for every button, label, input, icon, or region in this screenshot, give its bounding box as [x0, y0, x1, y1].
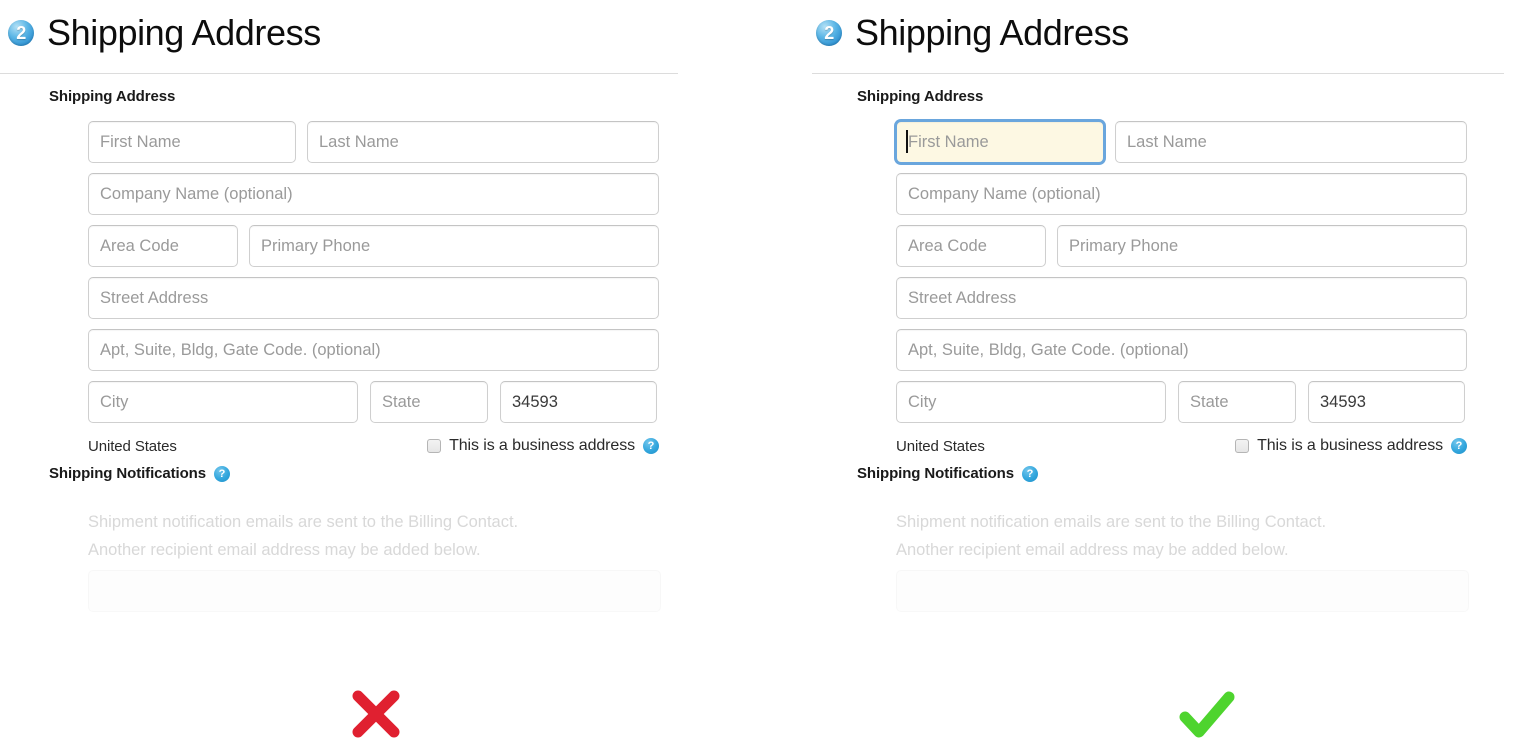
notification-email-input[interactable] [896, 570, 1469, 612]
street-address-input[interactable] [88, 277, 659, 319]
panel-correct-example: 2 Shipping Address Shipping Address [808, 0, 1508, 742]
primary-phone-input[interactable] [1057, 225, 1467, 267]
company-name-input[interactable] [88, 173, 659, 215]
country-label: United States [88, 438, 177, 455]
name-row [88, 121, 700, 163]
field-rows [896, 121, 1508, 423]
company-row [88, 173, 700, 215]
phone-row [88, 225, 700, 267]
country-and-business-row: United States This is a business address… [88, 437, 659, 455]
shipping-address-form: Shipping Address [0, 88, 700, 612]
text-caret-icon [906, 130, 908, 153]
business-address-group[interactable]: This is a business address ? [1235, 437, 1467, 455]
apt-suite-input[interactable] [896, 329, 1467, 371]
bottom-fade-overlay [0, 600, 700, 690]
city-state-zip-row [896, 381, 1508, 423]
city-input[interactable] [896, 381, 1166, 423]
state-input[interactable] [1178, 381, 1296, 423]
business-address-checkbox[interactable] [1235, 439, 1249, 453]
header-divider [0, 73, 678, 74]
zip-code-input[interactable] [500, 381, 657, 423]
street-address-input[interactable] [896, 277, 1467, 319]
last-name-input[interactable] [1115, 121, 1467, 163]
country-label: United States [896, 438, 985, 455]
shipping-notifications-header: Shipping Notifications ? [49, 465, 700, 482]
business-address-checkbox[interactable] [427, 439, 441, 453]
first-name-input[interactable] [896, 121, 1104, 163]
field-rows [88, 121, 700, 423]
notification-email-input[interactable] [88, 570, 661, 612]
first-name-focus-wrapper [896, 121, 1104, 163]
step-header: 2 Shipping Address [816, 12, 1129, 54]
comparison-stage: 2 Shipping Address Shipping Address [0, 0, 1520, 742]
shipping-notifications-body: Shipment notification emails are sent to… [88, 508, 700, 564]
city-input[interactable] [88, 381, 358, 423]
company-row [896, 173, 1508, 215]
panel-incorrect-example: 2 Shipping Address Shipping Address [0, 0, 700, 742]
help-icon[interactable]: ? [214, 466, 230, 482]
step-number-badge: 2 [816, 20, 842, 46]
state-input[interactable] [370, 381, 488, 423]
shipping-notifications-title: Shipping Notifications [857, 465, 1014, 482]
form-section-label: Shipping Address [49, 88, 700, 105]
zip-code-input[interactable] [1308, 381, 1465, 423]
notifications-line-2: Another recipient email address may be a… [896, 536, 1508, 564]
notifications-line-2: Another recipient email address may be a… [88, 536, 700, 564]
primary-phone-input[interactable] [249, 225, 659, 267]
help-icon[interactable]: ? [643, 438, 659, 454]
apt-suite-input[interactable] [88, 329, 659, 371]
notifications-line-1: Shipment notification emails are sent to… [88, 508, 700, 536]
street-row [88, 277, 700, 319]
business-address-label: This is a business address [449, 437, 635, 455]
street-row [896, 277, 1508, 319]
shipping-notifications-header: Shipping Notifications ? [857, 465, 1508, 482]
city-state-zip-row [88, 381, 700, 423]
step-number-badge: 2 [8, 20, 34, 46]
shipping-address-form: Shipping Address [808, 88, 1508, 612]
check-icon [1174, 682, 1238, 746]
country-and-business-row: United States This is a business address… [896, 437, 1467, 455]
name-row [896, 121, 1508, 163]
bottom-fade-overlay [808, 600, 1508, 690]
form-section-label: Shipping Address [857, 88, 1508, 105]
cross-icon [344, 682, 408, 746]
area-code-input[interactable] [896, 225, 1046, 267]
shipping-notifications-body: Shipment notification emails are sent to… [896, 508, 1508, 564]
notifications-line-1: Shipment notification emails are sent to… [896, 508, 1508, 536]
business-address-group[interactable]: This is a business address ? [427, 437, 659, 455]
header-divider [812, 73, 1504, 74]
phone-row [896, 225, 1508, 267]
page-title: Shipping Address [855, 12, 1129, 54]
area-code-input[interactable] [88, 225, 238, 267]
shipping-notifications-title: Shipping Notifications [49, 465, 206, 482]
business-address-label: This is a business address [1257, 437, 1443, 455]
apt-row [896, 329, 1508, 371]
help-icon[interactable]: ? [1451, 438, 1467, 454]
first-name-input[interactable] [88, 121, 296, 163]
step-header: 2 Shipping Address [8, 12, 321, 54]
page-title: Shipping Address [47, 12, 321, 54]
apt-row [88, 329, 700, 371]
company-name-input[interactable] [896, 173, 1467, 215]
last-name-input[interactable] [307, 121, 659, 163]
help-icon[interactable]: ? [1022, 466, 1038, 482]
